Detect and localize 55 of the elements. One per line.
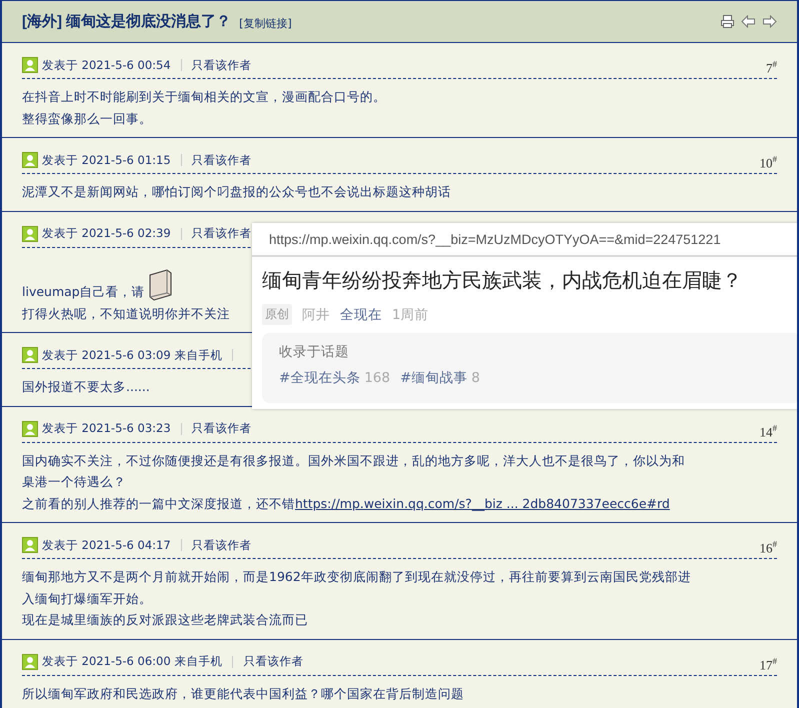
- post-text: 国外报道不要太多......: [22, 378, 150, 396]
- account-name[interactable]: 全现在: [340, 306, 382, 324]
- next-icon[interactable]: [762, 15, 777, 28]
- print-icon[interactable]: [720, 14, 735, 29]
- avatar-icon: [22, 420, 38, 436]
- floor-number: 16$^{#}$: [760, 539, 777, 557]
- post-text: 整得蛮像那么一回事。: [22, 110, 152, 128]
- floor-number: 7$^{#}$: [766, 59, 777, 77]
- post-text: 打得火热呢，不知道说明你并不关注: [22, 304, 230, 322]
- previous-icon[interactable]: [741, 15, 756, 28]
- author-only-link[interactable]: 只看该作者: [192, 226, 252, 241]
- article-link[interactable]: https://mp.weixin.qq.com/s?__biz ... 2db8407337eecc6e#rd: [295, 496, 670, 510]
- post-text: liveumap自己看，请: [22, 283, 145, 301]
- post-text: 之前看的别人推荐的一篇中文深度报道，还不错https://mp.weixin.qq.com/s?__biz ... 2db8407337eecc6e#rd: [22, 494, 670, 513]
- floor-number: 10$^{#}$: [760, 154, 777, 172]
- article-title: 缅甸青年纷纷投奔地方民族武装，内战危机迫在眉睫？: [261, 267, 743, 294]
- topic-link[interactable]: #全现在头条: [279, 370, 360, 386]
- post-text: 臬港一个待遇么？: [22, 473, 126, 491]
- post-text: 所以缅甸军政府和民选政府，谁更能代表中国利益？哪个国家在背后制造问题: [22, 684, 464, 702]
- avatar-icon: [22, 57, 38, 73]
- post-text: 现在是城里缅族的反对派跟这些老牌武装合流而已: [22, 611, 308, 629]
- copy-link[interactable]: [复制链接]: [239, 16, 292, 30]
- avatar-icon: [22, 226, 38, 242]
- avatar-icon: [22, 347, 38, 363]
- post-text: 在抖音上时不时能刷到关于缅甸相关的文宣，漫画配合口号的。: [22, 88, 386, 106]
- post-date: 发表于 2021-5-6 02:39: [42, 226, 171, 241]
- author-only-link[interactable]: 只看该作者: [192, 421, 252, 436]
- post-date: 发表于 2021-5-6 06:00 来自手机: [42, 654, 222, 669]
- topics-label: 收录于话题: [279, 343, 350, 361]
- thread-title: [海外] 缅甸这是彻底没消息了？: [22, 12, 232, 31]
- avatar-icon: [22, 152, 38, 168]
- topic-link[interactable]: #缅甸战事: [400, 370, 468, 386]
- article-author: 阿井: [302, 306, 330, 324]
- post-date: 发表于 2021-5-6 03:09 来自手机: [42, 348, 222, 362]
- author-only-link[interactable]: 只看该作者: [192, 538, 252, 552]
- post-date: 发表于 2021-5-6 04:17: [42, 538, 171, 552]
- topic-count: 8: [471, 370, 480, 386]
- author-only-link[interactable]: 只看该作者: [243, 654, 304, 669]
- post-date: 发表于 2021-5-6 03:23: [42, 421, 171, 436]
- post-date: 发表于 2021-5-6 01:15: [42, 152, 171, 168]
- floor-number: 14$^{#}$: [760, 422, 777, 440]
- original-tag: 原创: [262, 304, 292, 325]
- floor-number: 17$^{#}$: [760, 656, 777, 674]
- author-only-link[interactable]: 只看该作者: [192, 58, 252, 72]
- avatar-icon: [22, 654, 38, 670]
- post-text: 缅甸那地方又不是两个月前就开始闹，而是1962年政变彻底闹翻了到现在就没停过，再往前要算到云南国民党残部进: [22, 568, 691, 586]
- article-time: 1周前: [392, 306, 429, 324]
- avatar-icon: [22, 537, 38, 553]
- post-text: 国内确实不关注，不过你随便搜还是有很多报道。国外米国不跟进，乱的地方多呢，洋大人也不是很鸟了，你以为和: [22, 452, 685, 470]
- post-date: 发表于 2021-5-6 00:54: [42, 58, 171, 72]
- post-text: 入缅甸打爆缅军开始。: [22, 590, 152, 608]
- topic-count: 168: [364, 370, 390, 386]
- link-url: https://mp.weixin.qq.com/s?__biz=MzUzMDcyOTYyOA==&mid=224751221: [252, 223, 797, 257]
- author-only-link[interactable]: 只看该作者: [192, 152, 252, 168]
- post-text: 泥潭又不是新闻网站，哪怕订阅个叼盘报的公众号也不会说出标题这种胡话: [22, 183, 451, 201]
